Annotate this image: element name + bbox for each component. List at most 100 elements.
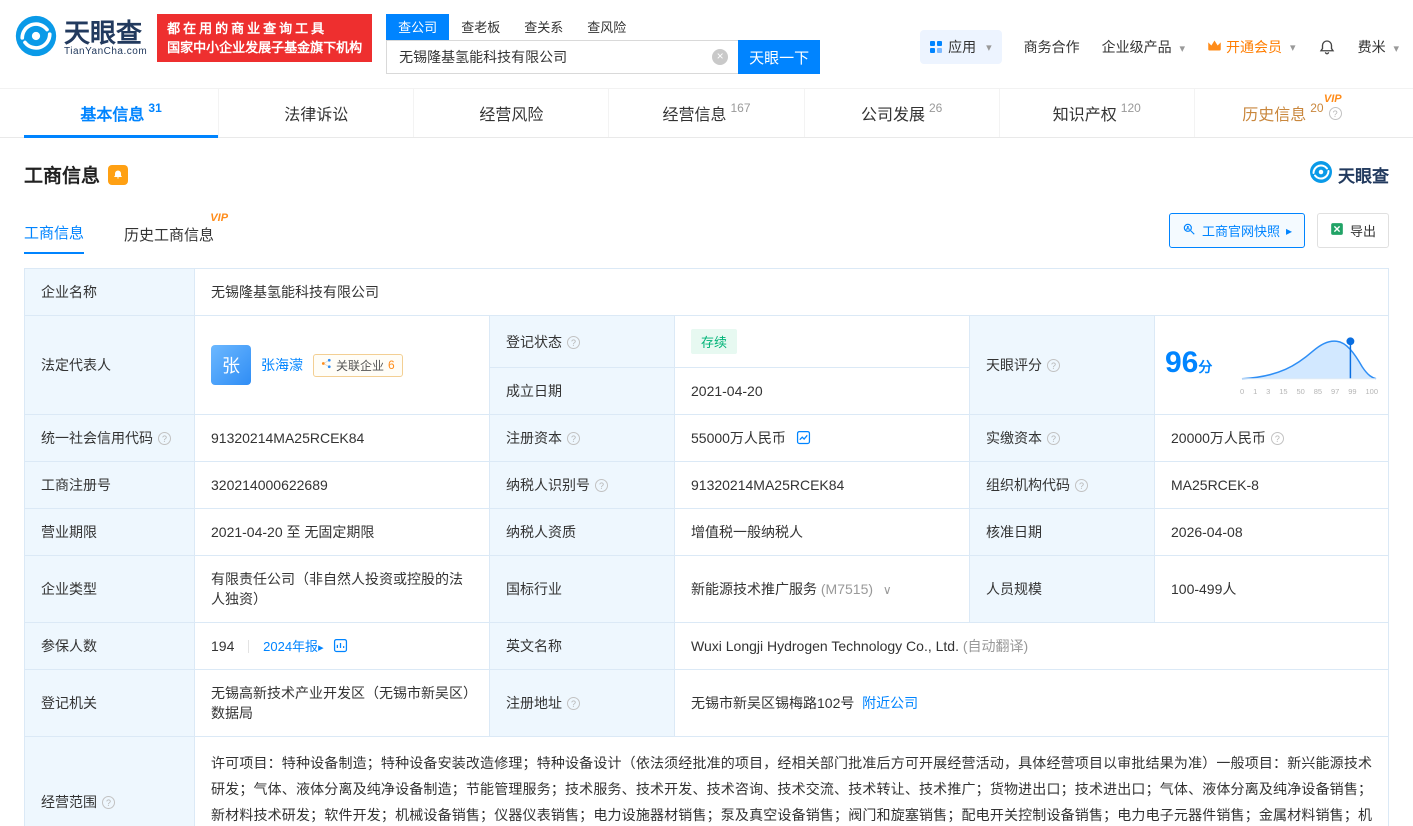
- approval-date-label: 核准日期: [969, 508, 1155, 556]
- tianyancha-logo[interactable]: 天眼查 TianYanCha.com: [14, 14, 147, 63]
- taxpayer-id-label: 纳税人识别号: [489, 461, 675, 509]
- chevron-down-icon[interactable]: [883, 581, 892, 597]
- vip-badge: VIP: [1323, 93, 1342, 105]
- subscribe-bell-icon[interactable]: [108, 164, 129, 185]
- table-row: 企业类型 有限责任公司（非自然人投资或控股的法人独资） 国标行业 新能源技术推广…: [24, 555, 1389, 623]
- reg-authority-value: 无锡高新技术产业开发区（无锡市新吴区）数据局: [194, 669, 490, 737]
- staff-size-label: 人员规模: [969, 555, 1155, 623]
- search-button[interactable]: 天眼一下: [738, 40, 821, 74]
- org-code-value: MA25RCEK-8: [1154, 461, 1389, 509]
- annual-report-link[interactable]: 2024年报: [263, 639, 323, 654]
- tab-history-info[interactable]: VIP 历史信息 20: [1193, 89, 1389, 137]
- help-icon[interactable]: [102, 796, 115, 809]
- industry-value: 新能源技术推广服务 (M7515): [674, 555, 970, 623]
- nearby-companies-link[interactable]: 附近公司: [862, 695, 918, 711]
- insured-trend-icon[interactable]: [333, 638, 348, 656]
- main-tab-bar: 基本信息 31 法律诉讼 经营风险 经营信息 167 公司发展 26 知识产权 …: [0, 88, 1413, 138]
- business-info-table: 企业名称 无锡隆基氢能科技有限公司 法定代表人 张 张海濛 关联企业 6 登记状…: [24, 268, 1389, 826]
- company-name-label: 企业名称: [24, 268, 195, 316]
- reg-number-value: 320214000622689: [194, 461, 490, 509]
- tab-operating-info[interactable]: 经营信息 167: [608, 89, 803, 137]
- nav-enterprise-products[interactable]: 企业级产品: [1102, 37, 1185, 57]
- auto-translate-note: (自动翻译): [962, 638, 1029, 654]
- search-input[interactable]: [387, 49, 713, 65]
- reg-capital-value: 55000万人民币: [674, 414, 970, 462]
- search-box: [386, 40, 739, 74]
- promo-banner[interactable]: 都在用的商业查询工具 国家中小企业发展子基金旗下机构: [157, 14, 373, 62]
- help-icon[interactable]: [595, 479, 608, 492]
- help-icon[interactable]: [1270, 432, 1284, 445]
- search-tab-relation[interactable]: 查关系: [512, 14, 575, 40]
- help-icon[interactable]: [1047, 359, 1060, 372]
- company-type-value: 有限责任公司（非自然人投资或控股的法人独资）: [194, 555, 490, 623]
- related-companies-badge[interactable]: 关联企业 6: [313, 353, 403, 377]
- score-cell: 96分 0 1 3 15 50 85 97 99 100: [1154, 315, 1389, 415]
- promo-line-1: 都在用的商业查询工具: [167, 21, 328, 36]
- industry-label: 国标行业: [489, 555, 675, 623]
- tab-operating-risk[interactable]: 经营风险: [413, 89, 608, 137]
- tab-company-development[interactable]: 公司发展 26: [803, 89, 999, 137]
- logo-subtitle: TianYanCha.com: [64, 46, 148, 57]
- subtab-history-business-info[interactable]: VIP 历史工商信息: [124, 212, 228, 254]
- snapshot-icon: [1182, 222, 1196, 239]
- apps-menu[interactable]: 应用: [920, 30, 1002, 64]
- help-icon[interactable]: [158, 432, 171, 445]
- table-row: 经营范围 许可项目：特种设备制造；特种设备安装改造修理；特种设备设计（依法须经批…: [24, 736, 1389, 826]
- header-nav: 应用 商务合作 企业级产品 开通会员 费米: [920, 14, 1399, 64]
- business-term-label: 营业期限: [24, 508, 195, 556]
- company-name-value: 无锡隆基氢能科技有限公司: [194, 268, 1389, 316]
- business-term-value: 2021-04-20 至 无固定期限: [194, 508, 490, 556]
- crown-icon: [1207, 39, 1222, 55]
- legal-rep-name[interactable]: 张海濛: [261, 355, 303, 375]
- user-menu[interactable]: 费米: [1358, 37, 1399, 57]
- subtab-row: 工商信息 VIP 历史工商信息 工商官网快照 导出: [24, 212, 1389, 254]
- tab-intellectual-property[interactable]: 知识产权 120: [998, 89, 1194, 137]
- legal-rep-avatar[interactable]: 张: [211, 345, 251, 385]
- capital-trend-icon[interactable]: [796, 430, 811, 448]
- search-tab-risk[interactable]: 查风险: [575, 14, 638, 40]
- table-row: 登记机关 无锡高新技术产业开发区（无锡市新吴区）数据局 注册地址 无锡市新吴区锡…: [24, 669, 1389, 737]
- clear-search-icon[interactable]: [712, 49, 729, 65]
- reg-authority-label: 登记机关: [24, 669, 195, 737]
- nav-open-vip[interactable]: 开通会员: [1207, 37, 1296, 57]
- divider: [248, 640, 250, 653]
- score-chart: 0 1 3 15 50 85 97 99 100: [1240, 335, 1378, 396]
- tab-basic-info[interactable]: 基本信息 31: [24, 89, 219, 138]
- search-tab-boss[interactable]: 查老板: [449, 14, 512, 40]
- help-icon[interactable]: [1328, 106, 1342, 120]
- export-button[interactable]: 导出: [1316, 213, 1389, 248]
- score-label: 天眼评分: [969, 315, 1155, 415]
- company-type-label: 企业类型: [24, 555, 195, 623]
- help-icon[interactable]: [1047, 432, 1060, 445]
- table-row: 统一社会信用代码 91320214MA25RCEK84 注册资本 55000万人…: [24, 414, 1389, 462]
- help-icon[interactable]: [567, 432, 580, 445]
- tianyancha-logo-icon: [14, 14, 58, 63]
- official-snapshot-button[interactable]: 工商官网快照: [1168, 213, 1305, 248]
- reg-status-label: 登记状态: [489, 315, 675, 368]
- help-icon[interactable]: [567, 335, 580, 349]
- help-icon[interactable]: [1075, 479, 1088, 492]
- taxpayer-quality-value: 增值税一般纳税人: [674, 508, 970, 556]
- taxpayer-id-value: 91320214MA25RCEK84: [674, 461, 970, 509]
- reg-address-label: 注册地址: [489, 669, 675, 737]
- insured-count-value: 194 2024年报: [194, 622, 490, 670]
- subtab-business-info[interactable]: 工商信息: [24, 222, 85, 254]
- table-row: 法定代表人 张 张海濛 关联企业 6 登记状态? 存续 天眼评分? 96分 0 …: [24, 315, 1389, 415]
- nav-business-cooperation[interactable]: 商务合作: [1024, 37, 1080, 57]
- table-row: 工商注册号 320214000622689 纳税人识别号 91320214MA2…: [24, 461, 1389, 509]
- business-info-section: 工商信息 天眼查 工商信息 VIP 历史工商信息 工商官网快照 ▸ 导出 企业名…: [0, 160, 1413, 826]
- search-row: 天眼一下: [386, 40, 821, 74]
- network-icon: [321, 358, 332, 372]
- tab-legal-proceedings[interactable]: 法律诉讼: [218, 89, 413, 137]
- business-scope-value: 许可项目：特种设备制造；特种设备安装改造修理；特种设备设计（依法须经批准的项目，…: [194, 736, 1389, 826]
- help-icon[interactable]: [567, 697, 580, 710]
- search-tab-company[interactable]: 查公司: [386, 14, 450, 40]
- promo-line-2: 国家中小企业发展子基金旗下机构: [167, 40, 363, 55]
- excel-icon: [1330, 222, 1344, 239]
- score-axis: 0 1 3 15 50 85 97 99 100: [1240, 386, 1378, 396]
- notification-bell-icon[interactable]: [1318, 38, 1336, 56]
- logo-title: 天眼查: [64, 18, 143, 48]
- reg-number-label: 工商注册号: [24, 461, 195, 509]
- credit-code-label: 统一社会信用代码: [24, 414, 195, 462]
- taxpayer-quality-label: 纳税人资质: [489, 508, 675, 556]
